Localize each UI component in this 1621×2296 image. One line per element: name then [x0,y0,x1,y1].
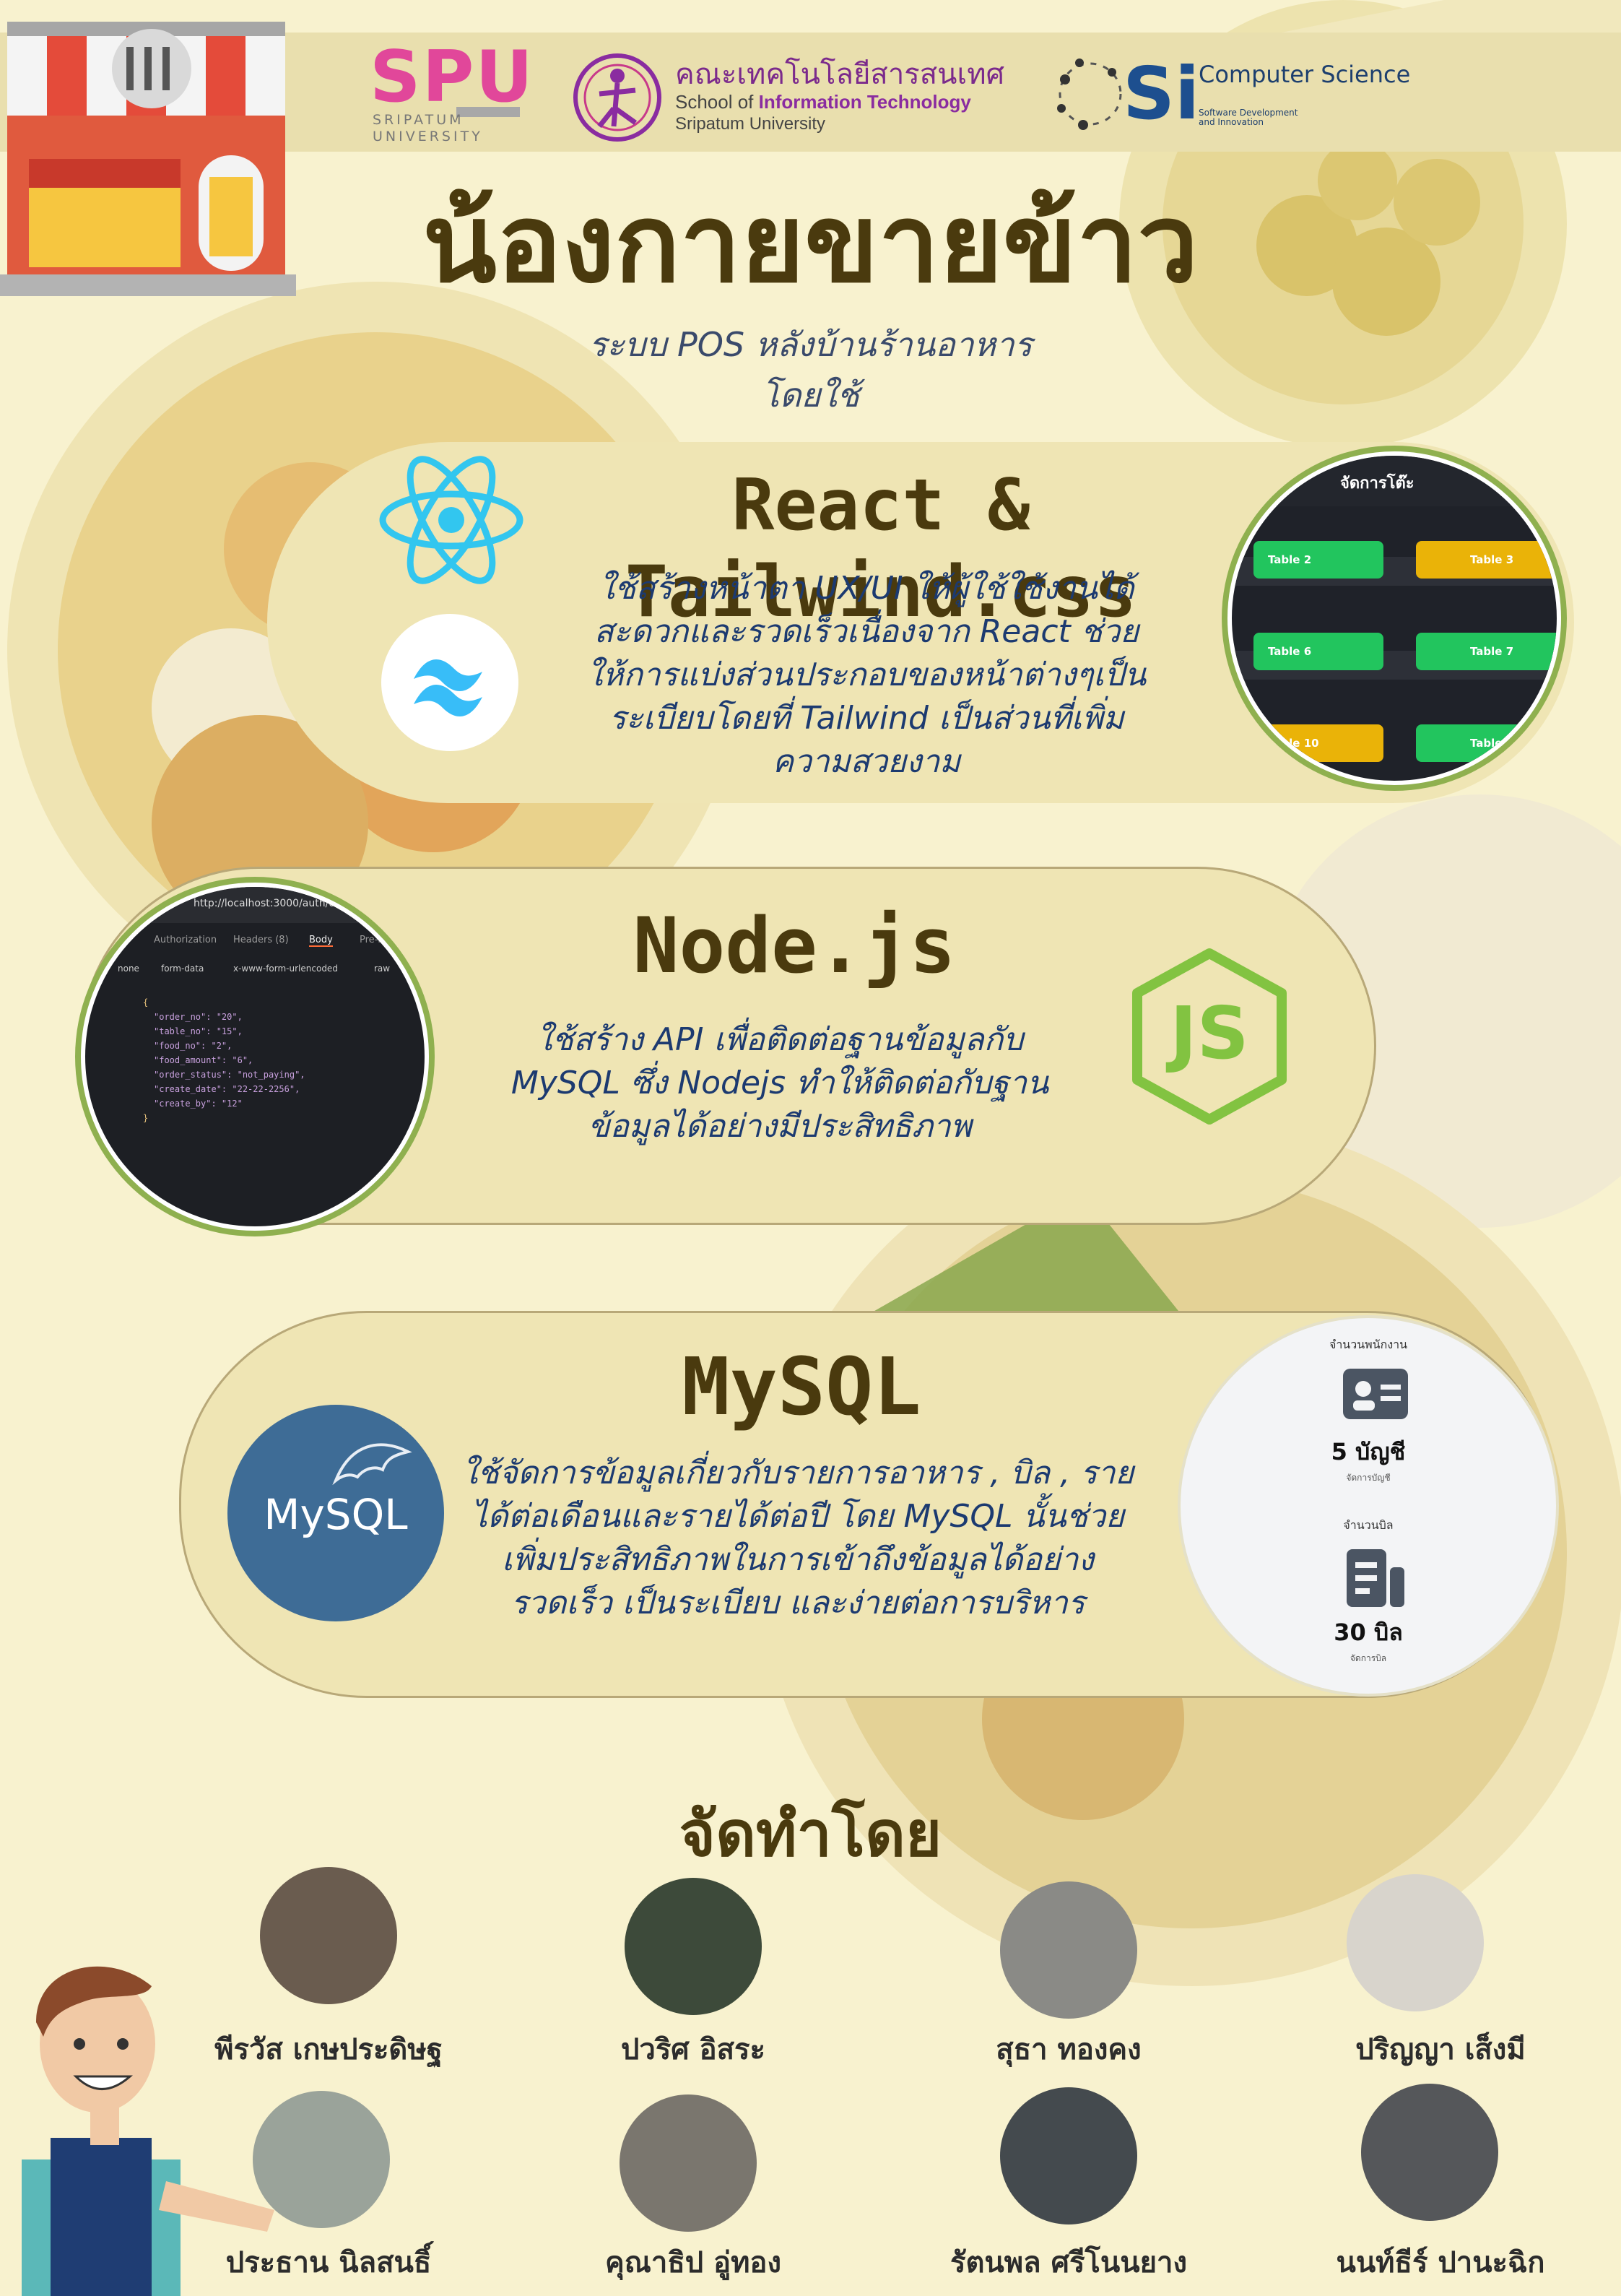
react-desc-line: ให้การแบ่งส่วนประกอบของหน้าต่างๆเป็น [586,657,1147,693]
react-desc-line: ใช้สร้างหน้าตา UX/UI ให้ผู้ใช้ใช้งานได้ [599,570,1134,607]
code-line: "create_date": "22-22-2256", [154,1084,300,1094]
code-line: "order_status": "not_paying", [154,1070,305,1080]
screenshot-heading: จัดการโต๊ะ [1340,475,1414,493]
tailwind-logo-icon [381,614,518,751]
request-tabs: s Authorization Headers (8) Body Pre-re [85,929,425,953]
member-name: สุธา ทองคง [996,2033,1142,2066]
nodejs-hexagon-logo-icon: JS [1132,948,1287,1125]
cs-logo-name: Computer Science [1199,61,1411,88]
table-button[interactable]: Table 6 [1253,633,1383,670]
react-desc-line: สะดวกและรวดเร็วเนื่องจาก React ช่วย [594,613,1139,650]
mysql-section-description: ใช้จัดการข้อมูลเกี่ยวกับรายการอาหาร , บิ… [419,1452,1177,1625]
code-line: "food_amount": "6", [154,1055,253,1065]
mysql-logo-text: MySQL [264,1490,408,1539]
mysql-desc-line: ได้ต่อเดือนและรายได้ต่อปี โดย MySQL นั้น… [471,1498,1125,1535]
nodejs-section-title: Node.js [633,901,956,990]
it-school-university: Sripatum University [675,114,826,134]
member-photo [625,1878,762,2015]
react-desc-line: ความสวยงาม [772,743,961,780]
it-school-thai-name: คณะเทคโนโลยีสารสนเทศ [675,59,1004,90]
nodejs-section-description: ใช้สร้าง API เพื่อติดต่อฐานข้อมูลกับ MyS… [433,1018,1126,1148]
mysql-section-title: MySQL [682,1340,921,1433]
request-tab[interactable]: Authorization [154,935,217,945]
bill-count-label: จำนวนบิล [1343,1518,1394,1532]
spu-logo-subtitle: SRIPATUM UNIVERSITY [373,112,483,144]
manage-accounts-link[interactable]: จัดการบัญชี [1181,1471,1556,1485]
nodejs-desc-line: ใช้สร้าง API เพื่อติดต่อฐานข้อมูลกับ [536,1021,1024,1058]
body-option[interactable]: x-www-form-urlencoded [233,963,338,974]
body-option[interactable]: form-data [161,963,204,974]
code-editor[interactable]: { "order_no": "20", "table_no": "15", "f… [107,995,410,1125]
body-option[interactable]: none [118,963,139,974]
request-tab-body[interactable]: Body [309,935,333,947]
request-tab[interactable]: Pre-re [360,935,387,945]
table-button[interactable]: Table 2 [1253,541,1383,579]
table-management-screenshot: จัดการโต๊ะ Table 2 Table 3 Table 6 Table… [1227,451,1561,785]
body-options: none form-data x-www-form-urlencoded raw [85,959,425,981]
page-subtitle-using: โดยใช้ [761,376,860,415]
cs-logo-subtitle: Software Development and Innovation [1199,108,1298,127]
nodejs-desc-line: MySQL ซึ่ง Nodejs ทำให้ติดต่อกับฐาน [510,1065,1049,1101]
request-url: http://localhost:3000/auth/order [194,898,356,909]
mysql-desc-line: รวดเร็ว เป็นระเบียบ และง่ายต่อการบริหาร [510,1585,1085,1621]
dolphin-icon [332,1443,412,1486]
member-photo [1347,1874,1484,2011]
staff-count-label: จำนวนพนักงาน [1329,1338,1408,1351]
nodejs-logo-text: JS [1165,991,1248,1075]
it-school-english-name: School of Information Technology [675,91,971,113]
body-option-raw[interactable]: raw [374,963,390,974]
receipt-icon [1347,1549,1404,1607]
member-name: ประธาน นิลสนธิ์ [225,2246,432,2279]
code-line: "create_by": "12" [154,1099,243,1109]
code-line: "food_no": "2", [154,1041,232,1051]
mysql-desc-line: ใช้จัดการข้อมูลเกี่ยวกับรายการอาหาร , บิ… [461,1455,1134,1491]
member-photo [1361,2084,1498,2221]
it-school-emblem-icon [573,53,661,142]
api-request-screenshot: http://localhost:3000/auth/order s Autho… [81,883,429,1231]
nodejs-desc-line: ข้อมูลได้อย่างมีประสิทธิภาพ [588,1108,972,1145]
table-button[interactable]: Table 3 [1416,541,1557,579]
page-subtitle: ระบบ POS หลังบ้านร้านอาหาร [588,325,1033,364]
member-photo [253,2091,390,2228]
code-line: "table_no": "15", [154,1026,243,1036]
team-heading: จัดทำโดย [679,1798,942,1871]
member-name: คุณาธิป อู่ทอง [604,2246,781,2279]
spu-logo-text: SPU [370,36,534,118]
code-line: "order_no": "20", [154,1012,243,1022]
id-card-icon [1343,1369,1408,1419]
manage-bills-link[interactable]: จัดการบิล [1181,1652,1556,1665]
mysql-logo: MySQL [227,1405,444,1621]
react-desc-line: ระเบียบโดยที่ Tailwind เป็นส่วนที่เพิ่ม [609,700,1124,737]
staff-count-value: 5 บัญชี [1331,1438,1406,1465]
member-name: นนท์ธีร์ ปานะฉิก [1336,2246,1545,2279]
member-photo [1000,1881,1137,2019]
table-button[interactable]: Table 10 [1253,724,1383,762]
table-button[interactable]: Table 7 [1416,633,1557,670]
react-section-description: ใช้สร้างหน้าตา UX/UI ให้ผู้ใช้ใช้งานได้ … [549,567,1184,784]
cs-network-icon [1057,59,1122,130]
member-photo [1000,2087,1137,2224]
poster: { "header": { "spu": { "name": "SPU", "s… [0,0,1621,2296]
member-name: ปริญญา เส็งมี [1355,2033,1526,2066]
cs-logo-mark: Si [1123,51,1200,136]
table-button[interactable]: Table 11 [1416,724,1557,762]
member-name: พีรวัส เกษประดิษฐ [214,2033,443,2066]
dashboard-stats-screenshot: จำนวนพนักงาน 5 บัญชี จัดการบัญชี จำนวนบิ… [1181,1318,1556,1694]
bill-count-value: 30 บิล [1334,1619,1403,1646]
request-tab[interactable]: s [100,935,105,945]
member-name: รัตนพล ศรีโนนยาง [949,2246,1188,2279]
member-photo [620,2094,757,2232]
code-line: { [143,997,149,1008]
page-title: น้องกายขายข้าว [422,180,1199,307]
member-photo [260,1867,397,2004]
react-logo-icon [379,456,523,584]
mysql-desc-line: เพิ่มประสิทธิภาพในการเข้าถึงข้อมูลได้อย่… [502,1541,1094,1578]
member-name: ปวริศ อิสระ [620,2033,766,2066]
code-line: } [143,1113,149,1123]
request-tab[interactable]: Headers (8) [233,935,289,945]
